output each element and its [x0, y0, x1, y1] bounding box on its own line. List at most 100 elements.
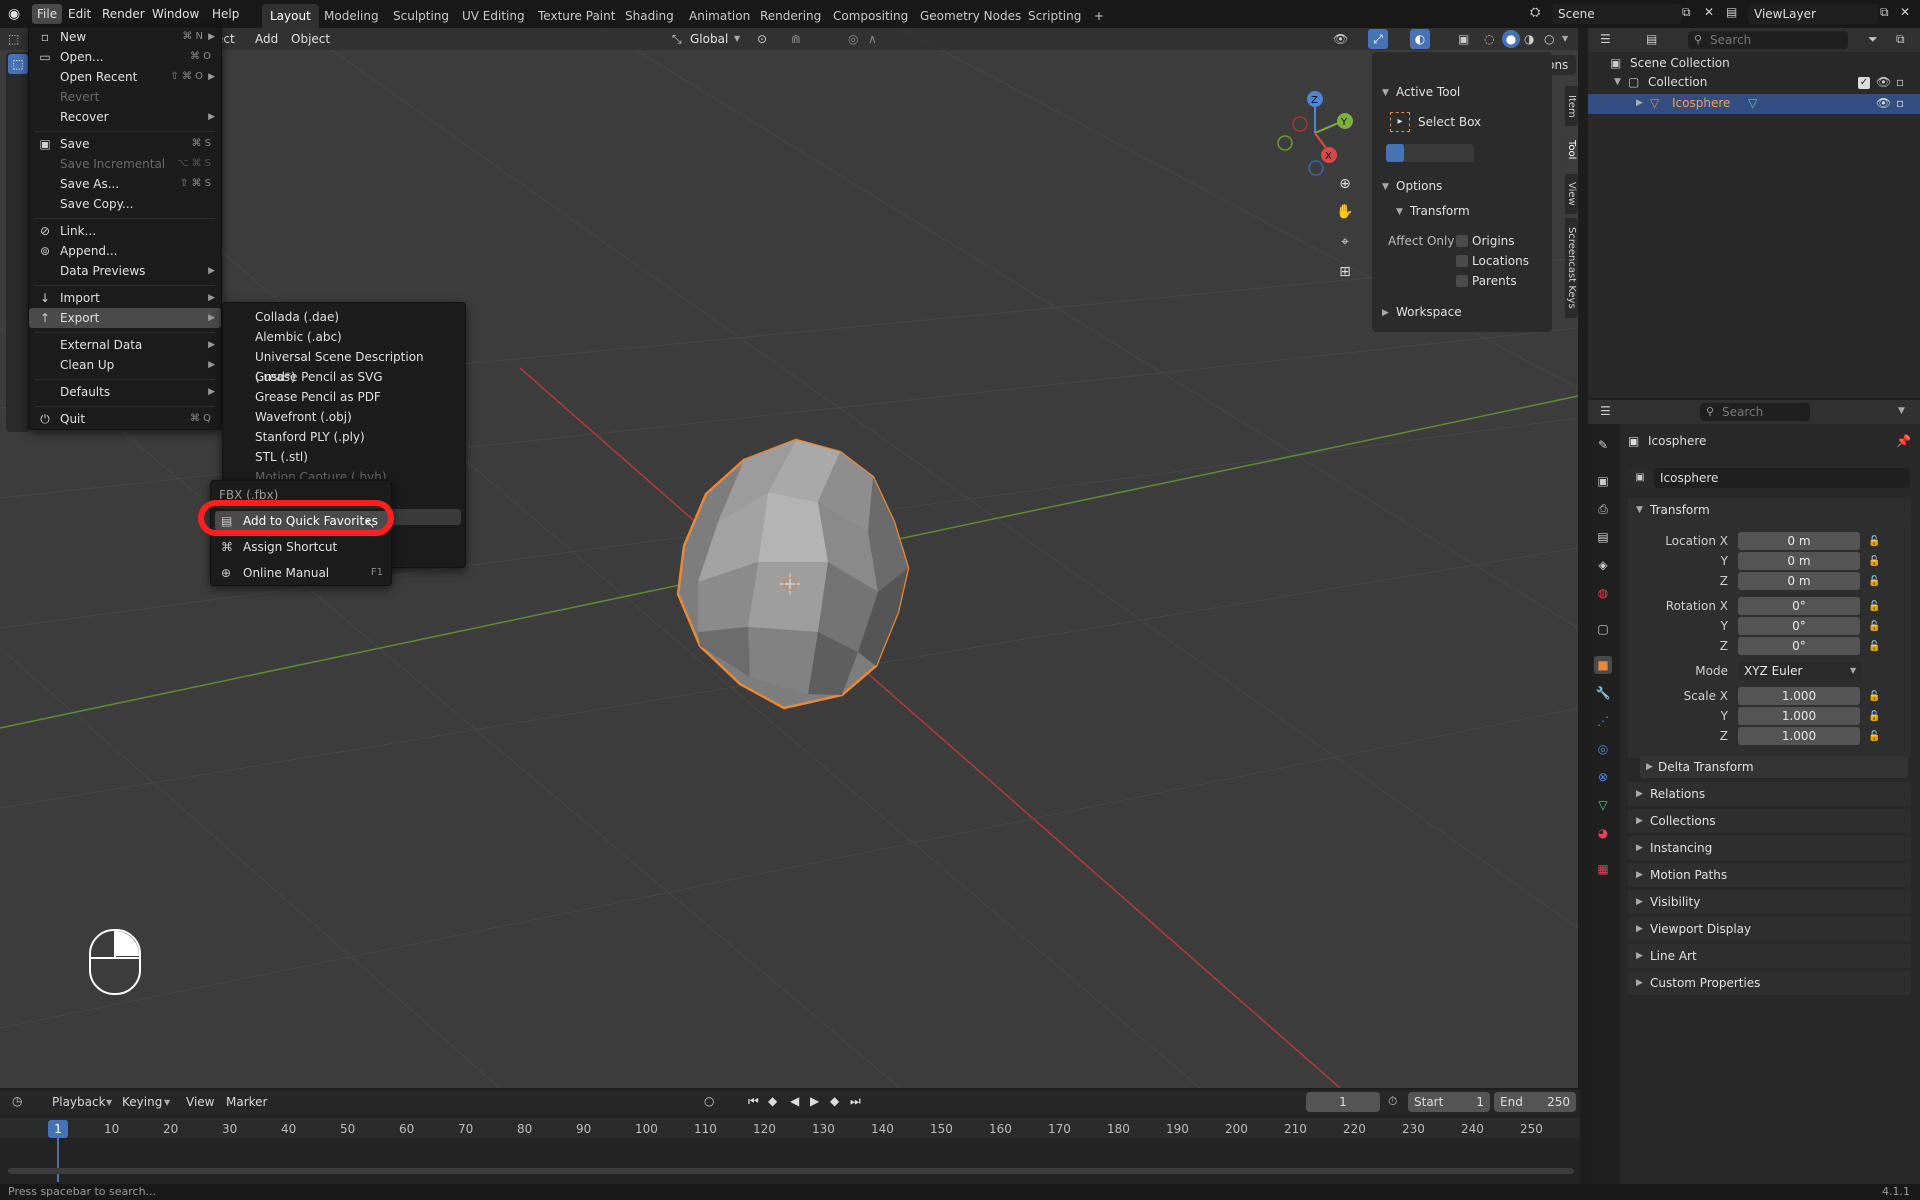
outliner-search-input[interactable]: Search [1688, 31, 1848, 49]
add-menu[interactable]: Add [255, 28, 278, 50]
menu-item-defaults[interactable]: Defaults ▶ [29, 382, 221, 402]
new-view-layer-icon[interactable]: ⧉ [1880, 5, 1889, 20]
scale-y-field[interactable]: 1.000 [1738, 707, 1860, 725]
current-frame-field[interactable]: 1 [1306, 1092, 1380, 1112]
menu-item-save-incremental[interactable]: Save Incremental ⌥ ⌘ S [29, 154, 221, 174]
scene-field[interactable]: Scene [1552, 4, 1682, 24]
chevron-down-icon[interactable]: ▼ [1382, 182, 1389, 192]
parents-checkbox[interactable] [1456, 275, 1468, 287]
new-collection-icon[interactable]: ⧉ [1896, 32, 1905, 47]
rotation-x-field[interactable]: 0° [1738, 597, 1860, 615]
menu-item-data-previews[interactable]: Data Previews ▶ [29, 261, 221, 281]
lock-icon[interactable]: 🔓 [1868, 691, 1880, 702]
playback-menu[interactable]: Playback [52, 1095, 106, 1109]
active-tool-title[interactable]: Active Tool [1396, 85, 1460, 99]
view-layer-field[interactable]: ViewLayer [1748, 4, 1878, 24]
menu-item-open[interactable]: ▭ Open... ⌘ O [29, 47, 221, 67]
menu-item-recover[interactable]: Recover ▶ [29, 107, 221, 127]
tool-props-icon[interactable]: ✎ [1594, 436, 1612, 454]
scene-props-icon[interactable]: ◈ [1594, 556, 1612, 574]
menu-render[interactable]: Render [97, 4, 150, 24]
tab-geometry-nodes[interactable]: Geometry Nodes [912, 4, 1029, 28]
tab-screencast-keys[interactable]: Screencast Keys [1565, 218, 1578, 318]
pan-hand-icon[interactable]: ✋ [1333, 200, 1357, 224]
chevron-down-icon[interactable]: ▼ [1382, 88, 1389, 98]
options-title[interactable]: Options [1396, 179, 1442, 193]
add-workspace-button[interactable]: + [1086, 4, 1112, 28]
mode-icon[interactable]: ⬚ [8, 28, 19, 50]
select-tool-icon[interactable]: ⬚ [8, 54, 28, 74]
navigation-gizmo[interactable]: Z Y X [1268, 88, 1368, 188]
world-props-icon[interactable]: ◍ [1594, 584, 1612, 602]
jump-end-icon[interactable]: ⏭ [850, 1094, 861, 1109]
collection-checkbox[interactable]: ✓ [1858, 77, 1870, 89]
gizmo-toggle-icon[interactable]: ⤢ [1368, 29, 1388, 49]
relations-panel-header[interactable]: ▶ Relations [1628, 782, 1911, 806]
playhead[interactable]: 1 [48, 1120, 68, 1138]
camera-icon[interactable]: ▫ [1896, 96, 1904, 110]
export-gp-svg[interactable]: Grease Pencil as SVG [223, 367, 465, 387]
editor-type-icon[interactable]: ☰ [1600, 404, 1611, 418]
delta-transform-subpanel[interactable]: ▶ Delta Transform [1640, 756, 1908, 778]
collection-label[interactable]: Collection [1648, 75, 1707, 89]
lock-icon[interactable]: 🔓 [1868, 711, 1880, 722]
menu-item-open-recent[interactable]: Open Recent ⇧ ⌘ O ▶ [29, 67, 221, 87]
tab-shading[interactable]: Shading [617, 4, 682, 28]
eye-icon[interactable]: 👁 [1876, 96, 1891, 110]
object-props-icon[interactable]: ■ [1594, 656, 1612, 674]
scale-x-field[interactable]: 1.000 [1738, 687, 1860, 705]
tab-scripting[interactable]: Scripting [1020, 4, 1089, 28]
orientation-dropdown[interactable]: Global [690, 28, 728, 50]
tab-layout[interactable]: Layout [262, 4, 319, 28]
display-mode-icon[interactable]: ▤ [1646, 32, 1657, 46]
physics-props-icon[interactable]: ◎ [1594, 740, 1612, 758]
properties-search-input[interactable]: Search [1700, 403, 1810, 421]
editor-type-icon[interactable]: ☰ [1600, 32, 1611, 46]
lock-icon[interactable]: 🔓 [1868, 556, 1880, 567]
chevron-down-icon[interactable]: ▼ [1898, 406, 1905, 416]
menu-edit[interactable]: Edit [63, 4, 96, 24]
view-layer-props-icon[interactable]: ▤ [1594, 528, 1612, 546]
menu-item-save[interactable]: ▣ Save ⌘ S [29, 134, 221, 154]
chevron-right-icon[interactable]: ▶ [1382, 308, 1389, 318]
lock-icon[interactable]: 🔓 [1868, 601, 1880, 612]
visibility-panel-header[interactable]: ▶ Visibility [1628, 890, 1911, 914]
object-data-dropdown-icon[interactable]: ▣ [1628, 468, 1652, 488]
menu-help[interactable]: Help [207, 4, 244, 24]
menu-item-new[interactable]: ▫ New ⌘ N ▶ [29, 27, 221, 47]
menu-item-append[interactable]: ⊚ Append... [29, 241, 221, 261]
jump-start-icon[interactable]: ⏮ [748, 1094, 759, 1109]
eye-icon[interactable]: 👁 [1876, 75, 1891, 89]
output-props-icon[interactable]: ⎙ [1594, 500, 1612, 518]
scene-icon[interactable]: ⛭ [1530, 5, 1540, 20]
location-y-field[interactable]: 0 m [1738, 552, 1860, 570]
object-name-field[interactable]: Icosphere [1654, 468, 1910, 488]
workspace-title[interactable]: Workspace [1396, 305, 1462, 319]
scale-z-field[interactable]: 1.000 [1738, 727, 1860, 745]
solid-shading-icon[interactable]: ● [1502, 30, 1520, 48]
lock-icon[interactable]: 🔓 [1868, 576, 1880, 587]
chevron-down-icon[interactable]: ▼ [1614, 77, 1621, 87]
stopwatch-icon[interactable]: ⏱ [1388, 1094, 1397, 1109]
menu-file[interactable]: File [32, 4, 63, 24]
origins-checkbox[interactable] [1456, 235, 1468, 247]
visibility-icon[interactable]: 👁 [1333, 28, 1348, 50]
tab-animation[interactable]: Animation [681, 4, 758, 28]
transform-subtitle[interactable]: Transform [1410, 204, 1470, 218]
mode-new-icon[interactable] [1386, 144, 1404, 162]
end-frame-field[interactable]: End 250 [1494, 1092, 1576, 1112]
rotation-y-field[interactable]: 0° [1738, 617, 1860, 635]
menu-item-revert[interactable]: Revert [29, 87, 221, 107]
viewport-display-panel-header[interactable]: ▶ Viewport Display [1628, 917, 1911, 941]
custom-properties-panel-header[interactable]: ▶ Custom Properties [1628, 971, 1911, 995]
menu-window[interactable]: Window [147, 4, 204, 24]
tab-compositing[interactable]: Compositing [825, 4, 916, 28]
menu-item-clean-up[interactable]: Clean Up ▶ [29, 355, 221, 375]
play-reverse-icon[interactable]: ◀ [790, 1094, 799, 1108]
tab-view[interactable]: View [1565, 174, 1578, 214]
record-icon[interactable]: ○ [704, 1094, 714, 1108]
locations-checkbox[interactable] [1456, 255, 1468, 267]
export-collada[interactable]: Collada (.dae) [223, 307, 465, 327]
assign-shortcut-item[interactable]: ⌘ Assign Shortcut [215, 537, 389, 557]
chevron-down-icon[interactable]: ▼ [1396, 207, 1403, 217]
